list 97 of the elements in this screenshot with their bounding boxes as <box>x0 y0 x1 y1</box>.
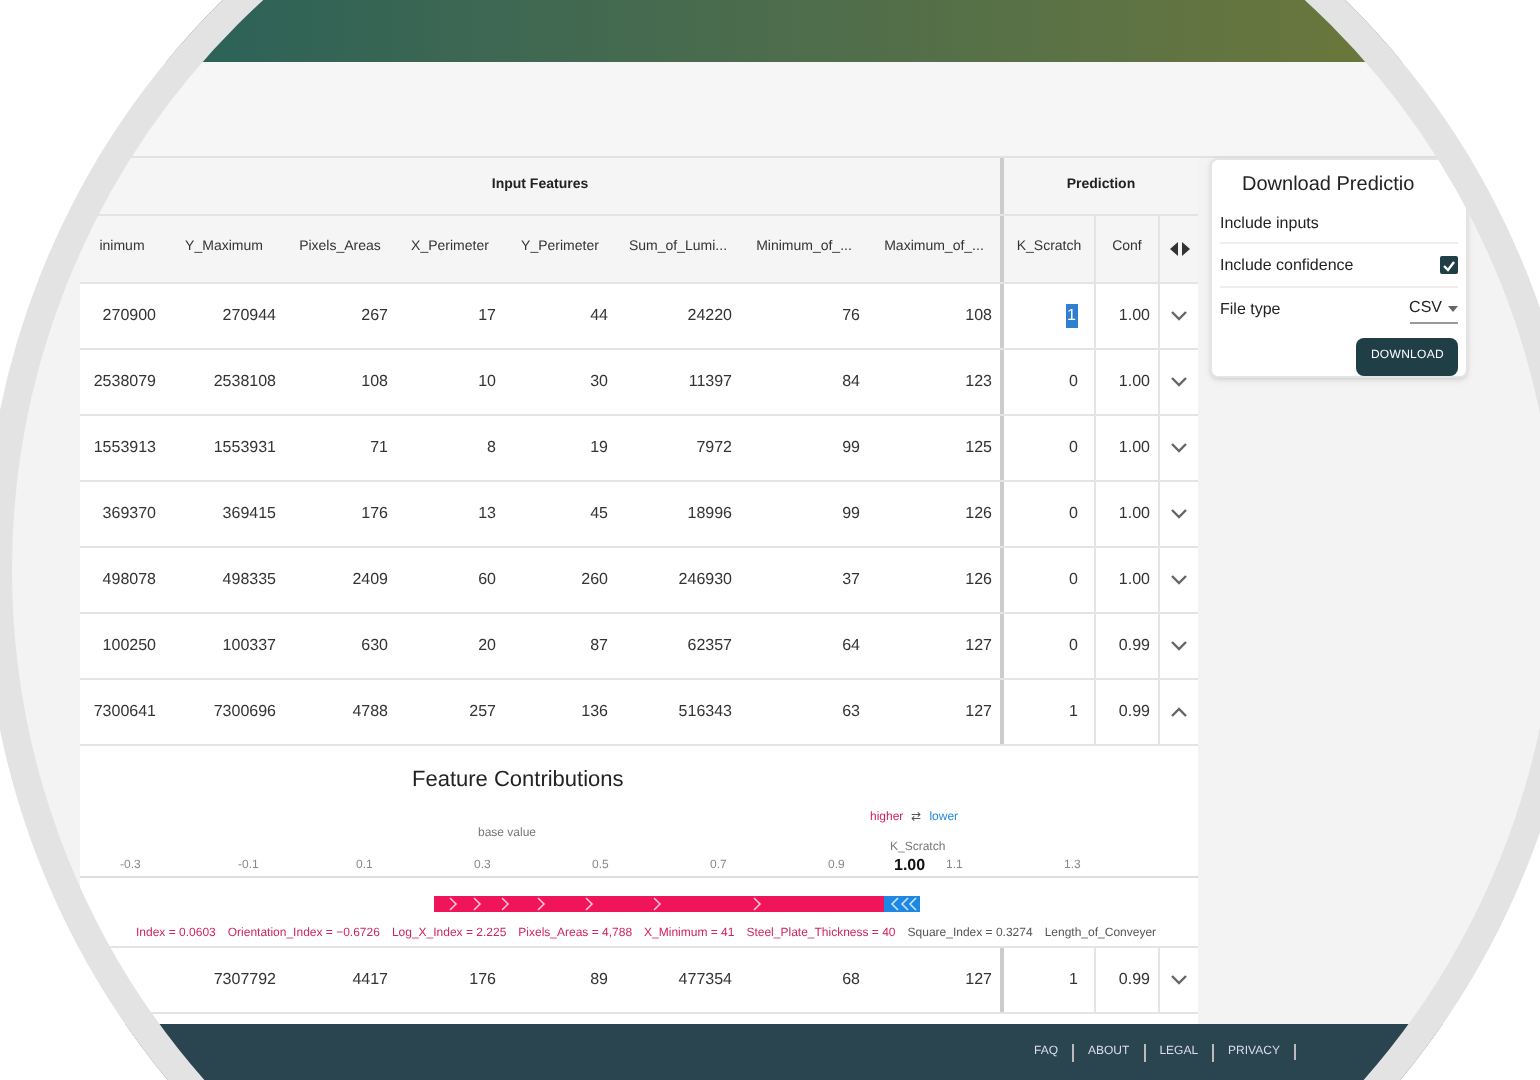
table-cell: 1.00 <box>1118 304 1150 328</box>
table-cell: 37 <box>842 570 860 588</box>
table-cell: 1553931 <box>213 438 276 456</box>
table-cell: 0 <box>1069 634 1078 658</box>
table-cell: 176 <box>469 970 496 988</box>
table-cell: 127 <box>965 636 992 654</box>
file-type-select[interactable]: CSV <box>1409 296 1458 324</box>
table-cell: 477354 <box>678 970 732 988</box>
table-cell: 13 <box>478 504 496 522</box>
table-cell: 76 <box>842 306 860 324</box>
table-cell: 8 <box>487 438 496 456</box>
table-cell: 45 <box>590 504 608 522</box>
output-value: 1.00 <box>894 854 926 878</box>
checkbox[interactable] <box>1440 256 1458 274</box>
table-cell: 11397 <box>688 372 732 390</box>
table-cell: 498335 <box>222 570 276 588</box>
table-cell: 0.99 <box>1118 634 1150 658</box>
table-cell: 270900 <box>102 306 156 324</box>
chevron-down-icon[interactable] <box>1170 508 1188 520</box>
table-cell: 126 <box>965 570 992 588</box>
table-cell: 99 <box>842 438 860 456</box>
table-cell: 0 <box>1069 436 1078 460</box>
option-label: Include inputs <box>1220 211 1319 235</box>
table-cell: 369370 <box>102 504 156 522</box>
table-cell: 136 <box>581 702 608 720</box>
table-cell: 17 <box>478 306 496 324</box>
table-cell: 30 <box>590 372 608 390</box>
table-cell: 10 <box>478 372 496 390</box>
table-cell: 1 <box>1065 304 1078 328</box>
table-cell: 1553913 <box>93 438 156 456</box>
table-cell: 4417 <box>352 970 388 988</box>
table-cell: 257 <box>469 702 496 720</box>
table-cell: 44 <box>590 306 608 324</box>
table-cell: 246930 <box>678 570 732 588</box>
table-cell: 89 <box>590 970 608 988</box>
chevron-down-icon[interactable] <box>1170 310 1188 322</box>
table-cell: 267 <box>361 306 388 324</box>
table-cell: 630 <box>361 636 388 654</box>
table-cell: 270944 <box>222 306 276 324</box>
table-cell: 0 <box>1069 370 1078 394</box>
table-cell: 63 <box>842 702 860 720</box>
option-label: File type <box>1220 298 1281 322</box>
table-cell: 64 <box>842 636 860 654</box>
table-cell: 0.99 <box>1118 700 1150 724</box>
table-cell: 2409 <box>352 570 388 588</box>
table-cell: 125 <box>965 438 992 456</box>
table-cell: 19 <box>590 438 608 456</box>
table-cell: 108 <box>361 372 388 390</box>
table-cell: 2538079 <box>93 372 156 390</box>
table-cell: 498078 <box>102 570 156 588</box>
table-cell: 7972 <box>696 438 732 456</box>
table-cell: 1.00 <box>1118 436 1150 460</box>
table-cell: 1.00 <box>1118 370 1150 394</box>
table-cell: 0 <box>1069 568 1078 592</box>
table-cell: 1 <box>1069 968 1078 992</box>
caret-icon <box>1448 305 1458 311</box>
chevron-down-icon[interactable] <box>1170 640 1188 652</box>
chevron-up-icon[interactable] <box>1170 706 1188 718</box>
table-cell: 7307792 <box>213 970 276 988</box>
table-cell: 68 <box>842 970 860 988</box>
table-cell: 516343 <box>678 702 732 720</box>
card-title: Download Predictio <box>1242 174 1415 196</box>
table-cell: 126 <box>965 504 992 522</box>
table-cell: 84 <box>842 372 860 390</box>
table-cell: 18996 <box>687 504 732 522</box>
table-cell: 99 <box>842 504 860 522</box>
table-cell: 4788 <box>352 702 388 720</box>
table-cell: 1 <box>1069 700 1078 724</box>
table-cell: 108 <box>965 306 992 324</box>
table-cell: 1.00 <box>1118 568 1150 592</box>
table-cell: 7300641 <box>93 702 156 720</box>
chevron-down-icon[interactable] <box>1170 442 1188 454</box>
table-cell: 71 <box>370 438 388 456</box>
chevron-down-icon[interactable] <box>1170 974 1188 986</box>
table-cell: 20 <box>478 636 496 654</box>
table-cell: 127 <box>965 702 992 720</box>
table-cell: 260 <box>581 570 608 588</box>
table-cell: 87 <box>590 636 608 654</box>
table-cell: 176 <box>361 504 388 522</box>
section-title: Feature Contributions <box>412 768 624 792</box>
table-cell: 100337 <box>222 636 276 654</box>
table-cell: 0 <box>1069 502 1078 526</box>
chevron-down-icon[interactable] <box>1170 376 1188 388</box>
table-cell: 60 <box>478 570 496 588</box>
table-cell: 127 <box>965 970 992 988</box>
table-cell: 100250 <box>102 636 156 654</box>
chevron-down-icon[interactable] <box>1170 574 1188 586</box>
table-cell: 369415 <box>222 504 276 522</box>
table-cell: 123 <box>965 372 992 390</box>
table-cell: 7300696 <box>213 702 276 720</box>
table-cell: 1.00 <box>1118 502 1150 526</box>
table-cell: 24220 <box>687 306 732 324</box>
table-cell: 62357 <box>687 636 732 654</box>
table-cell: 0.99 <box>1118 968 1150 992</box>
expand-collapse-icon[interactable] <box>1169 242 1189 256</box>
option-label: Include confidence <box>1220 253 1354 277</box>
table-cell: 2538108 <box>213 372 276 390</box>
